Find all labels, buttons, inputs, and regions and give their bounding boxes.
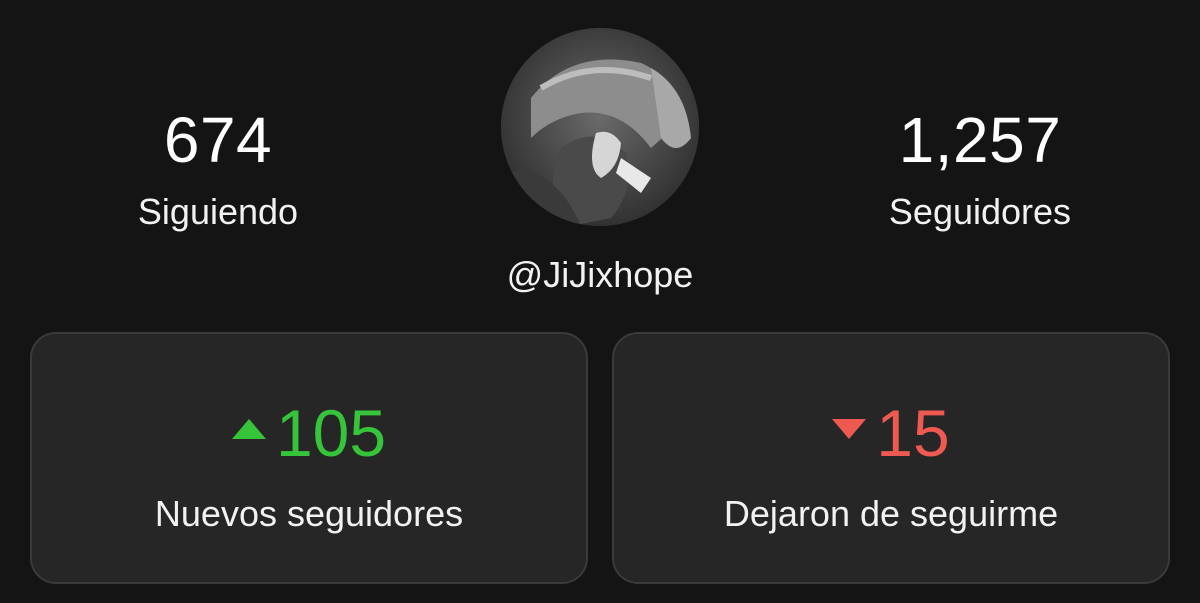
- new-followers-count: 105: [275, 396, 387, 470]
- unfollowers-label: Dejaron de seguirme: [723, 493, 1059, 534]
- followers-label: Seguidores: [888, 191, 1072, 232]
- following-label: Siguiendo: [137, 191, 299, 232]
- following-count: 674: [163, 104, 273, 176]
- arrow-up-icon: [231, 419, 266, 439]
- profile-photo-icon: [501, 28, 699, 226]
- new-followers-label: Nuevos seguidores: [154, 493, 464, 534]
- unfollowers-delta: 15: [614, 400, 1168, 466]
- arrow-down-icon: [832, 419, 867, 439]
- followers-stat[interactable]: 1,257 Seguidores: [860, 108, 1100, 230]
- profile-handle: @JiJixhope: [506, 254, 694, 295]
- new-followers-delta: 105: [32, 400, 586, 466]
- avatar[interactable]: [501, 28, 699, 226]
- unfollowers-count: 15: [876, 396, 950, 470]
- unfollowers-card[interactable]: 15 Dejaron de seguirme: [612, 332, 1170, 584]
- followers-count: 1,257: [898, 104, 1062, 176]
- following-stat[interactable]: 674 Siguiendo: [100, 108, 336, 230]
- profile-stats-screen: 674 Siguiendo @JiJixhope 1,257 Seguidore…: [0, 0, 1200, 603]
- new-followers-card[interactable]: 105 Nuevos seguidores: [30, 332, 588, 584]
